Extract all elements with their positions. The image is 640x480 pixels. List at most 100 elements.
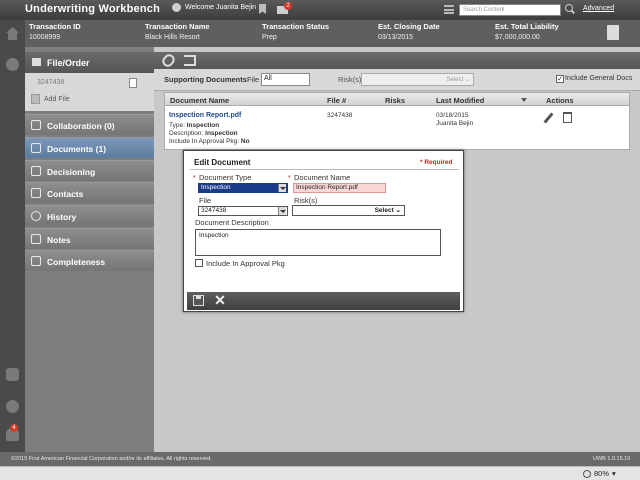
home-icon[interactable] bbox=[6, 27, 19, 40]
close-icon[interactable]: ✕ bbox=[213, 293, 227, 307]
list-icon[interactable] bbox=[444, 5, 454, 14]
transaction-header: Transaction ID 10008999 Transaction Name… bbox=[25, 20, 640, 47]
document-name-link[interactable]: Inspection Report.pdf bbox=[169, 112, 241, 119]
file-number[interactable]: 3247438 bbox=[37, 79, 64, 86]
user-icon bbox=[172, 3, 181, 12]
col-file-number[interactable]: File # bbox=[327, 96, 346, 105]
doc-name-input[interactable]: Inspection Report.pdf bbox=[293, 183, 386, 193]
add-file-label: Add File bbox=[44, 95, 70, 103]
description-label: Document Description bbox=[195, 218, 269, 227]
document-modified-by: Juanita Bejin bbox=[436, 120, 474, 127]
transaction-status-label: Transaction Status bbox=[262, 22, 330, 31]
document-approval: Include In Approval Pkg: No bbox=[169, 138, 250, 145]
col-last-modified[interactable]: Last Modified bbox=[436, 96, 484, 105]
file-order-panel: 3247438 Add File bbox=[25, 73, 154, 111]
sidebar-item-collaboration[interactable]: Collaboration (0) bbox=[25, 114, 154, 135]
import-icon[interactable] bbox=[184, 55, 196, 66]
chevron-down-icon: ▾ bbox=[612, 469, 616, 478]
edit-icon[interactable] bbox=[543, 112, 554, 124]
transaction-status-value: Prep bbox=[262, 34, 277, 41]
sort-desc-icon[interactable] bbox=[521, 98, 527, 102]
chevron-down-icon[interactable] bbox=[278, 207, 286, 215]
sidebar-item-label: Documents (1) bbox=[47, 144, 107, 154]
col-actions: Actions bbox=[546, 96, 574, 105]
edit-document-dialog: Edit Document * Required * Document Type… bbox=[183, 150, 464, 312]
transaction-name: Transaction Name Black Hills Resort bbox=[145, 22, 210, 41]
sidebar-item-label: Completeness bbox=[47, 257, 106, 267]
transaction-id-label: Transaction ID bbox=[29, 22, 81, 31]
col-document-name[interactable]: Document Name bbox=[170, 96, 229, 105]
gavel-icon bbox=[31, 166, 41, 176]
advanced-search-link[interactable]: Advanced bbox=[583, 5, 614, 12]
save-icon[interactable] bbox=[193, 295, 204, 306]
sidebar-item-contacts[interactable]: Contacts bbox=[25, 182, 154, 203]
sidebar-item-label: Decisioning bbox=[47, 167, 96, 177]
zoom-control[interactable]: 80% ▾ bbox=[583, 469, 616, 478]
sidebar-item-label: Contacts bbox=[47, 189, 84, 199]
doc-name-label: Document Name bbox=[294, 173, 351, 182]
file-filter-select[interactable]: All bbox=[261, 73, 310, 86]
sidebar-header-file-order[interactable]: File/Order bbox=[25, 52, 154, 73]
document-file-number: 3247438 bbox=[327, 112, 353, 119]
type-value: Inspection bbox=[186, 122, 220, 129]
documents-toolbar bbox=[154, 51, 640, 70]
pdf-icon[interactable] bbox=[129, 78, 137, 88]
top-bar: Underwriting Workbench Welcome Juanita B… bbox=[0, 0, 640, 20]
sidebar-item-notes[interactable]: Notes bbox=[25, 228, 154, 249]
include-general-label: Include General Docs bbox=[565, 75, 633, 82]
search-icon[interactable] bbox=[564, 4, 575, 15]
document-summary-icon[interactable] bbox=[607, 25, 619, 40]
transaction-name-value: Black Hills Resort bbox=[145, 34, 200, 41]
gear-icon[interactable] bbox=[6, 58, 19, 71]
closing-date-value: 03/13/2015 bbox=[378, 34, 414, 41]
add-file-icon bbox=[31, 94, 40, 104]
sidebar-item-history[interactable]: History bbox=[25, 205, 154, 226]
file-filter-label: File bbox=[247, 75, 260, 84]
include-general-checkbox[interactable]: ✓ bbox=[556, 75, 564, 83]
divider bbox=[190, 169, 459, 170]
doc-type-select[interactable]: Inspection bbox=[198, 183, 288, 193]
desc-label: Description: bbox=[169, 130, 204, 137]
risks-filter-select[interactable]: Select ⌄ bbox=[361, 73, 474, 86]
sidebar: File/Order 3247438 Add File Collaboratio… bbox=[25, 47, 154, 452]
approval-value: No bbox=[240, 138, 250, 145]
risks-filter-label: Risk(s) bbox=[338, 75, 362, 84]
total-liability-label: Est. Total Liability bbox=[495, 22, 559, 31]
notes-icon bbox=[31, 234, 41, 244]
file-select[interactable]: 3247438 bbox=[198, 206, 288, 216]
sidebar-item-decisioning[interactable]: Decisioning bbox=[25, 160, 154, 181]
phone-icon[interactable] bbox=[6, 368, 19, 381]
collaboration-icon bbox=[31, 120, 41, 130]
attach-icon[interactable] bbox=[160, 51, 177, 70]
app-title: Underwriting Workbench bbox=[25, 3, 160, 15]
description-textarea[interactable]: Inspection bbox=[195, 229, 441, 256]
document-modified-date: 03/18/2015 bbox=[436, 112, 469, 119]
desc-value: Inspection bbox=[205, 130, 238, 137]
search-input[interactable]: Search Content bbox=[459, 4, 561, 16]
section-title: Supporting Documents bbox=[164, 75, 247, 84]
dialog-title: Edit Document bbox=[194, 158, 251, 167]
help-icon[interactable] bbox=[6, 400, 19, 413]
trash-icon[interactable] bbox=[563, 112, 572, 123]
folder-icon bbox=[32, 58, 41, 66]
zoom-level: 80% bbox=[594, 469, 610, 478]
sidebar-item-documents[interactable]: Documents (1) bbox=[25, 137, 154, 158]
col-risks[interactable]: Risks bbox=[385, 96, 405, 105]
bookmark-icon[interactable] bbox=[259, 4, 266, 14]
chevron-down-icon[interactable] bbox=[278, 184, 286, 192]
add-file-button[interactable]: Add File bbox=[31, 94, 70, 104]
footer: ©2015 First American Financial Corporati… bbox=[0, 452, 640, 466]
sidebar-item-completeness[interactable]: Completeness bbox=[25, 250, 154, 271]
mail-count-badge: 2 bbox=[284, 2, 292, 10]
total-liability: Est. Total Liability $7,000,000.00 bbox=[495, 22, 559, 41]
include-approval-checkbox[interactable] bbox=[195, 259, 203, 267]
zoom-icon bbox=[583, 469, 591, 478]
paperclip-icon bbox=[31, 143, 41, 153]
notification-badge: 4 bbox=[10, 424, 18, 432]
welcome-user[interactable]: Welcome Juanita Bejin bbox=[172, 3, 256, 12]
table-header: Document Name File # Risks Last Modified… bbox=[165, 93, 629, 106]
sidebar-header-label: File/Order bbox=[47, 58, 90, 68]
transaction-status: Transaction Status Prep bbox=[262, 22, 329, 41]
risks-select[interactable]: Select ⌄ bbox=[292, 205, 405, 216]
dialog-footer: ✕ bbox=[187, 292, 460, 310]
